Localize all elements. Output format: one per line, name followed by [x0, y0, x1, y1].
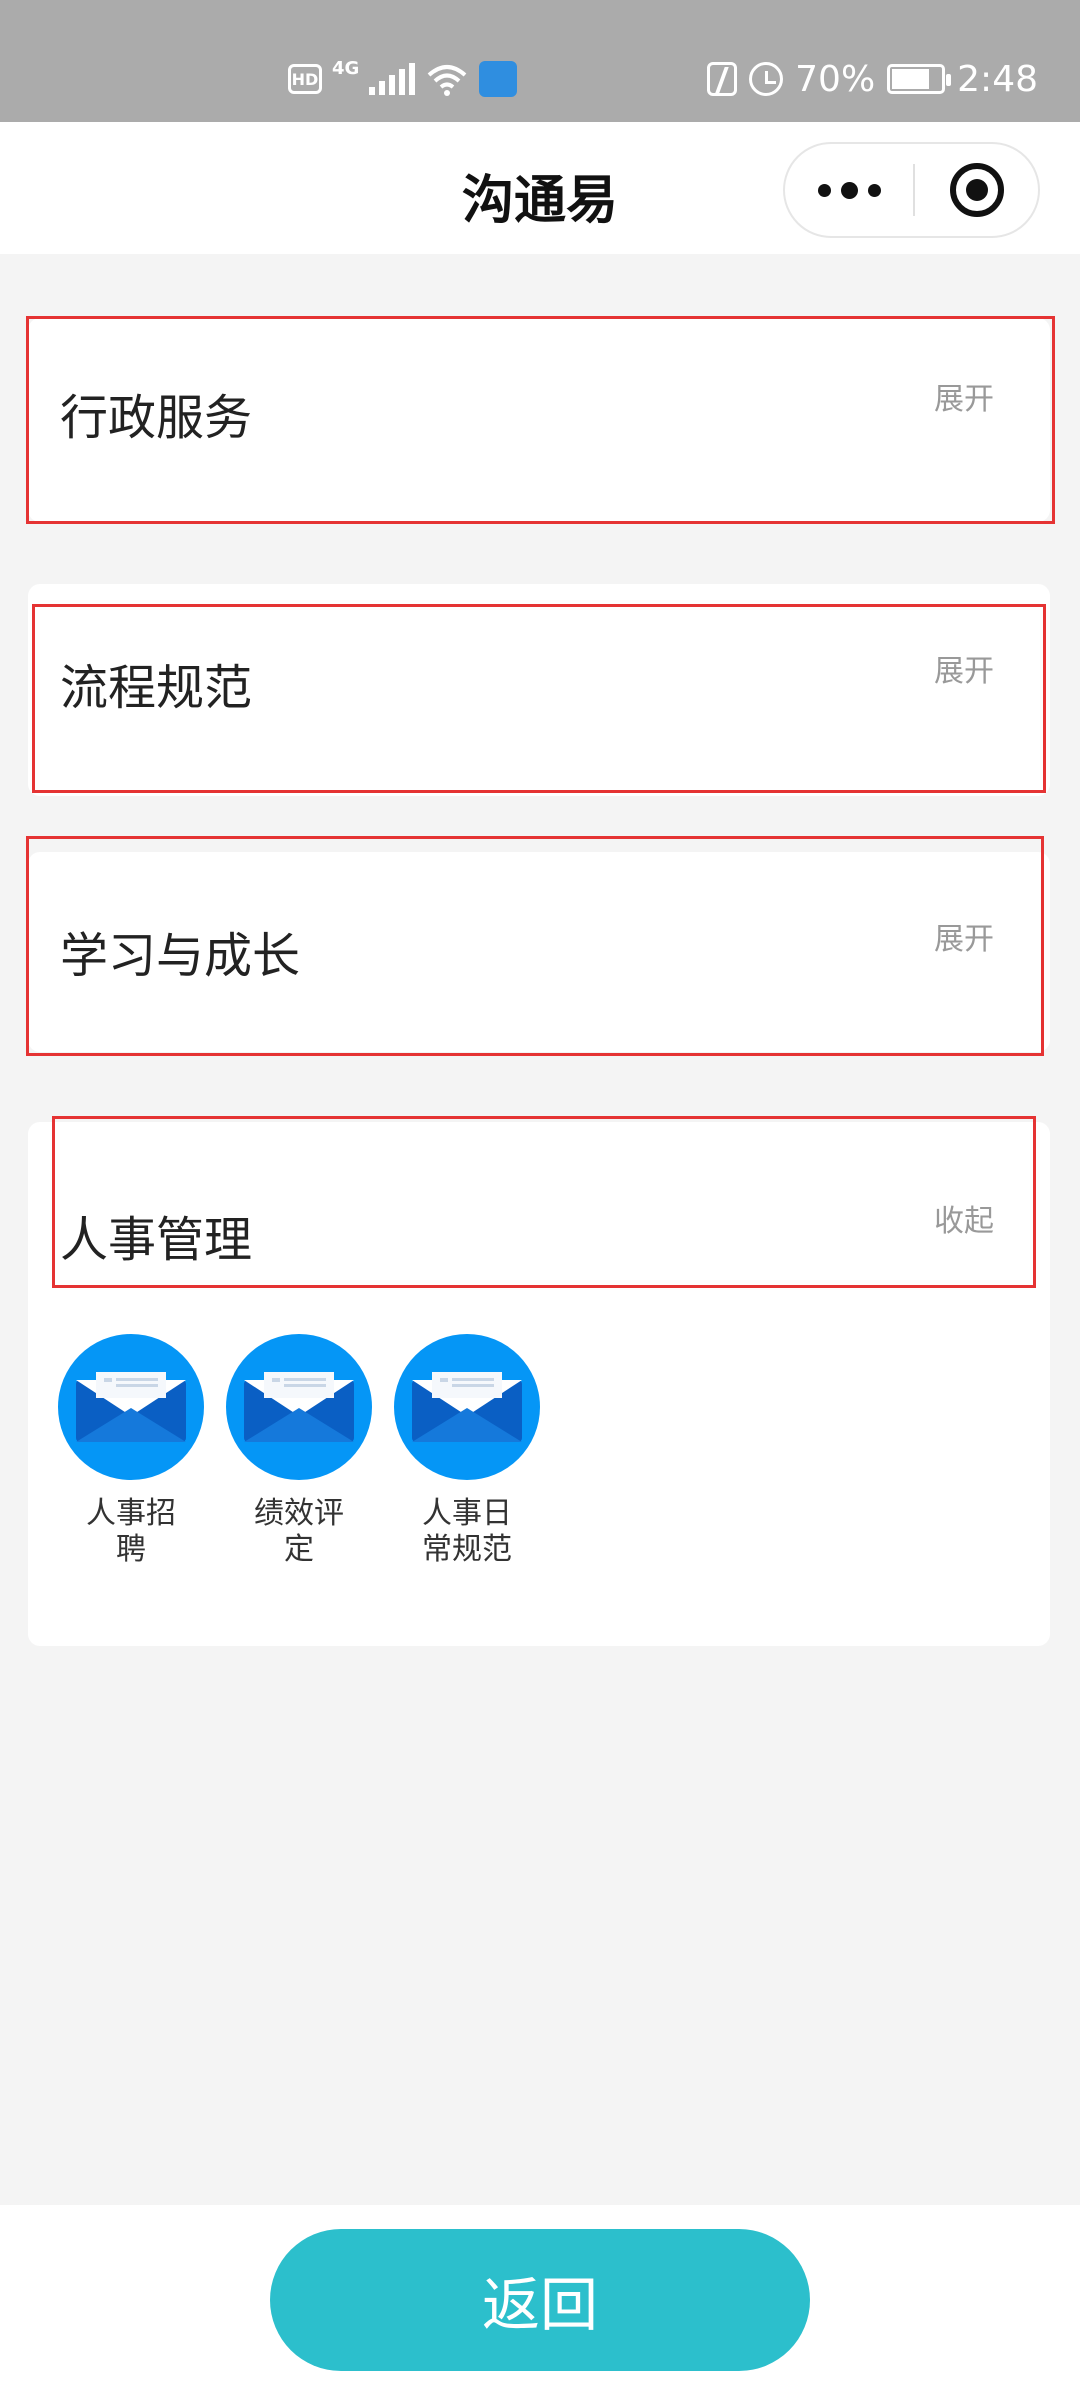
miniprogram-capsule	[783, 142, 1040, 238]
item-label: 人事日常规范	[422, 1496, 512, 1567]
more-button[interactable]	[785, 144, 913, 236]
expand-toggle[interactable]: 展开	[934, 914, 994, 958]
wifi-icon	[427, 65, 467, 96]
expand-toggle[interactable]: 展开	[934, 646, 994, 690]
signal-icon	[369, 63, 416, 95]
section-title: 行政服务	[60, 390, 253, 446]
alarm-icon	[749, 62, 784, 96]
section-admin-services[interactable]: 行政服务 展开	[28, 318, 1050, 522]
hd-icon: HD	[288, 64, 322, 94]
section-hr-management[interactable]: 人事管理 收起 人事招聘 绩效评定 人事日常规范	[28, 1122, 1050, 1646]
close-miniprogram-button[interactable]	[915, 144, 1038, 236]
section-title: 学习与成长	[60, 928, 301, 984]
envelope-icon	[394, 1334, 540, 1480]
battery-fill	[892, 69, 929, 89]
expand-toggle[interactable]: 展开	[934, 374, 994, 418]
item-label: 人事招聘	[86, 1496, 176, 1567]
item-hr-recruitment[interactable]: 人事招聘	[58, 1334, 204, 1568]
status-bar: HD 4G 70% 2:48	[0, 0, 1080, 122]
hr-items: 人事招聘 绩效评定 人事日常规范	[58, 1334, 540, 1568]
app-notification-icon	[479, 61, 518, 97]
back-button[interactable]: 返回	[270, 2229, 810, 2371]
section-process-standards[interactable]: 流程规范 展开	[28, 584, 1050, 796]
nfc-icon	[707, 62, 738, 96]
section-title: 人事管理	[60, 1212, 253, 1268]
item-performance-review[interactable]: 绩效评定	[226, 1334, 372, 1568]
item-hr-daily-rules[interactable]: 人事日常规范	[394, 1334, 540, 1568]
battery-percent: 70%	[795, 58, 876, 100]
item-label: 绩效评定	[254, 1496, 344, 1567]
battery-icon	[887, 64, 952, 94]
status-left: HD 4G	[288, 56, 518, 102]
network-type: 4G	[332, 58, 360, 79]
section-title: 流程规范	[60, 660, 253, 716]
target-icon	[949, 163, 1004, 217]
nav-bar: 沟通易	[0, 122, 1080, 254]
collapse-toggle[interactable]: 收起	[934, 1196, 994, 1240]
bottom-bar: 返回	[0, 2205, 1080, 2400]
envelope-icon	[226, 1334, 372, 1480]
more-dots-icon	[817, 183, 831, 197]
section-learning-growth[interactable]: 学习与成长 展开	[28, 852, 1050, 1052]
envelope-icon	[58, 1334, 204, 1480]
status-right: 70% 2:48	[707, 56, 1038, 102]
clock: 2:48	[957, 58, 1038, 100]
